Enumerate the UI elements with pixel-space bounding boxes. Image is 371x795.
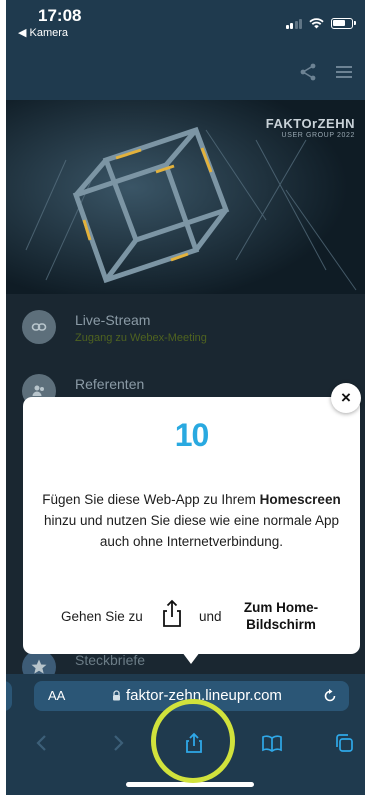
cellular-signal-icon	[285, 18, 302, 29]
list-item-subtitle: Zugang zu Webex-Meeting	[75, 332, 207, 344]
share-icon	[163, 599, 181, 627]
back-app-label: Kamera	[29, 27, 69, 39]
list-item-title: Referenten	[75, 376, 145, 392]
link-icon	[22, 310, 56, 344]
bookmarks-icon[interactable]	[260, 731, 284, 755]
home-screen-label: Zum Home-Bildschirm	[243, 600, 319, 632]
popup-text-part2: hinzu und nutzen Sie diese wie eine norm…	[44, 513, 339, 549]
status-time: 17:08	[38, 6, 82, 25]
logo-brand-text: FAKTOrZEHN	[265, 116, 355, 131]
list-item-title: Steckbriefe	[75, 652, 146, 668]
battery-icon	[331, 18, 356, 29]
back-to-app-link[interactable]: ◀ Kamera	[18, 26, 68, 39]
list-item-live-stream[interactable]: Live-Stream Zugang zu Webex-Meeting	[6, 302, 365, 362]
back-icon[interactable]	[30, 731, 54, 755]
share-highlight-ring	[151, 699, 235, 783]
reload-icon[interactable]	[321, 687, 339, 705]
install-webapp-popup: 10 Fügen Sie diese Web-App zu Ihrem Home…	[23, 397, 360, 654]
popup-text-part1: Fügen Sie diese Web-App zu Ihrem	[42, 492, 260, 507]
status-bar: 17:08 ◀ Kamera	[6, 0, 365, 44]
previous-tab-pill[interactable]	[6, 681, 12, 711]
phone-screen: 17:08 ◀ Kamera FAKTOrZEHN USER GROUP 202…	[6, 0, 365, 795]
list-item-title: Live-Stream	[75, 312, 151, 328]
hero-banner: FAKTOrZEHN USER GROUP 2022	[6, 100, 365, 294]
status-icons	[285, 18, 356, 29]
lock-icon	[113, 690, 120, 701]
popup-text-bold: Homescreen	[259, 492, 341, 507]
popup-steps: Gehen Sie zu und Zum Home-Bildschirm	[23, 597, 360, 637]
share-icon[interactable]	[296, 60, 320, 84]
reader-options-button[interactable]: AA	[48, 688, 65, 703]
step-label: Gehen Sie zu	[61, 609, 143, 624]
forward-icon[interactable]	[106, 731, 130, 755]
popup-pointer	[182, 652, 200, 664]
menu-icon[interactable]	[332, 60, 356, 84]
back-triangle-icon: ◀	[18, 27, 27, 39]
wifi-icon	[309, 18, 324, 29]
app-header	[6, 44, 365, 100]
tabs-icon[interactable]	[332, 731, 356, 755]
close-button[interactable]: ×	[331, 383, 361, 413]
popup-instructions: Fügen Sie diese Web-App zu Ihrem Homescr…	[37, 489, 346, 552]
brand-logo: FAKTOrZEHN USER GROUP 2022	[266, 116, 355, 139]
logo-sub-text: USER GROUP 2022	[281, 132, 355, 139]
popup-logo: 10	[174, 417, 210, 453]
and-label: und	[199, 609, 222, 624]
